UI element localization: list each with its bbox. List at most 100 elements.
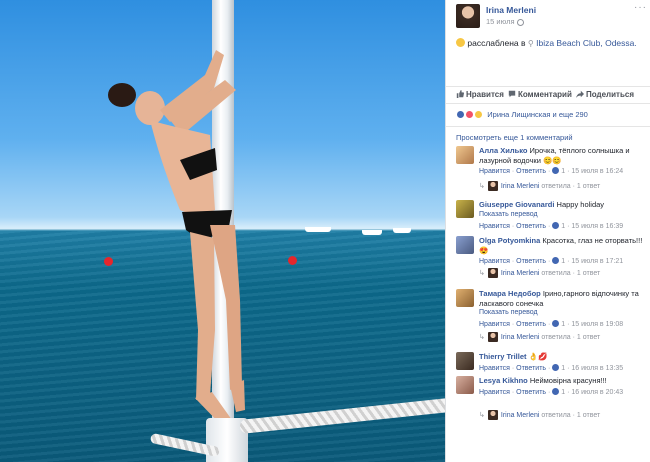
reactions-text[interactable]: Ирина Лищинская и еще 290	[487, 110, 588, 119]
reactions-summary[interactable]: Ирина Лищинская и еще 290	[456, 110, 588, 119]
reply-text[interactable]: ответила · 1 ответ	[541, 334, 600, 341]
location-pin-icon: ⚲	[527, 39, 534, 48]
reply-summary[interactable]: ↳ Irina Merleni ответила · 1 ответ	[479, 332, 600, 342]
post-status: расслаблена в ⚲ Ibiza Beach Club, Odessa…	[456, 38, 637, 48]
comment-like-link[interactable]: Нравится	[479, 168, 510, 175]
commenter-avatar[interactable]	[456, 376, 474, 394]
reply-avatar	[487, 332, 498, 342]
thumbs-up-icon	[456, 90, 464, 98]
commenter-name[interactable]: Алла Хилько	[479, 146, 527, 155]
comment-reply-link[interactable]: Ответить	[516, 258, 546, 265]
commenter-name[interactable]: Thierry Trillet	[479, 352, 527, 361]
share-label: Поделиться	[586, 90, 635, 99]
comment-meta: Нравится · Ответить · 1 · 16 июля в 20:4…	[479, 387, 624, 396]
commenter-name[interactable]: Lesya Kikhno	[479, 376, 528, 385]
show-translation-link[interactable]: Показать перевод	[479, 210, 644, 220]
post-photo[interactable]	[0, 0, 445, 462]
show-more-comments-link[interactable]: Просмотреть еще 1 комментарий	[456, 133, 573, 142]
like-count-icon	[552, 363, 560, 371]
globe-icon	[516, 18, 524, 26]
comment-time[interactable]: 16 июля в 20:43	[571, 389, 623, 396]
comment-button[interactable]: Комментарий	[508, 90, 572, 99]
reply-avatar	[487, 268, 498, 278]
like-button[interactable]: Нравится	[456, 90, 504, 99]
reply-arrow-icon: ↳	[479, 270, 485, 277]
commenter-avatar[interactable]	[456, 146, 474, 164]
reply-text[interactable]: ответила · 1 ответ	[541, 270, 600, 277]
comment-like-link[interactable]: Нравится	[479, 365, 510, 372]
reply-author[interactable]: Irina Merleni	[501, 183, 540, 190]
reply-author[interactable]: Irina Merleni	[501, 334, 540, 341]
love-reaction-icon	[465, 110, 475, 119]
commenter-name[interactable]: Olga Potyomkina	[479, 236, 540, 245]
post-panel: Irina Merleni 15 июля ··· расслаблена в …	[445, 0, 650, 462]
location-link[interactable]: Ibiza Beach Club, Odessa.	[536, 38, 637, 48]
reply-author[interactable]: Irina Merleni	[501, 412, 540, 419]
reply-text[interactable]: ответила · 1 ответ	[541, 183, 600, 190]
share-button[interactable]: Поделиться	[576, 90, 634, 99]
reply-summary[interactable]: ↳ Irina Merleni ответила · 1 ответ	[479, 181, 600, 191]
status-prefix: расслаблена в	[467, 38, 526, 48]
comment-meta: Нравится · Ответить · 1 · 16 июля в 13:3…	[479, 363, 624, 372]
comment-meta: Нравится · Ответить · 1 · 15 июля в 16:2…	[479, 167, 624, 175]
commenter-avatar[interactable]	[456, 289, 474, 307]
comment-like-count: 1	[561, 222, 566, 230]
reply-summary[interactable]: ↳ Irina Merleni ответила · 1 ответ	[479, 268, 600, 278]
comment-like-count: 1	[561, 388, 566, 396]
comment-label: Комментарий	[518, 90, 572, 99]
reply-arrow-icon: ↳	[479, 183, 485, 190]
comment-like-link[interactable]: Нравится	[479, 321, 510, 328]
divider	[446, 126, 650, 127]
reply-text[interactable]: ответила · 1 ответ	[541, 412, 600, 419]
reply-summary[interactable]: ↳ Irina Merleni ответила · 1 ответ	[479, 410, 600, 420]
comment-time[interactable]: 15 июля в 16:24	[571, 168, 623, 175]
comment-time[interactable]: 15 июля в 17:21	[571, 258, 623, 265]
more-options-icon[interactable]: ···	[634, 2, 647, 13]
reply-avatar	[487, 181, 498, 191]
comment-like-link[interactable]: Нравится	[479, 223, 510, 230]
like-count-icon	[552, 387, 560, 395]
commenter-avatar[interactable]	[456, 352, 474, 370]
comment-like-link[interactable]: Нравится	[479, 258, 510, 265]
comment-icon	[508, 90, 516, 98]
show-translation-link[interactable]: Показать перевод	[479, 308, 644, 318]
comment-like-count: 1	[561, 258, 566, 265]
commenter-name[interactable]: Giuseppe Giovanardi	[479, 200, 554, 209]
comment-meta: Нравится · Ответить · 1 · 15 июля в 16:3…	[479, 221, 624, 230]
comment-reply-link[interactable]: Ответить	[516, 389, 546, 396]
post-date[interactable]: 15 июля	[486, 17, 524, 26]
action-bar: Нравится Комментарий Поделиться	[446, 86, 650, 104]
comment-meta: Нравится · Ответить · 1 · 15 июля в 17:2…	[479, 257, 624, 265]
relaxed-emoji-icon	[456, 38, 465, 47]
comment-reply-link[interactable]: Ответить	[516, 223, 546, 230]
comment-time[interactable]: 16 июля в 13:35	[571, 365, 623, 372]
author-avatar[interactable]	[456, 4, 480, 28]
wow-reaction-icon	[474, 110, 484, 119]
commenter-name[interactable]: Тамара Недобор	[479, 289, 541, 298]
woman-figure	[108, 50, 245, 426]
author-name[interactable]: Irina Merleni	[486, 5, 536, 15]
comment-reply-link[interactable]: Ответить	[516, 365, 546, 372]
like-label: Нравится	[466, 90, 504, 99]
like-count-icon	[552, 167, 560, 174]
reply-avatar	[487, 410, 498, 420]
reply-arrow-icon: ↳	[479, 412, 485, 419]
post-date-text[interactable]: 15 июля	[486, 17, 515, 26]
like-reaction-icon	[456, 110, 465, 119]
like-count-icon	[552, 257, 560, 264]
like-count-icon	[552, 320, 560, 327]
reply-author[interactable]: Irina Merleni	[501, 270, 540, 277]
comment-time[interactable]: 15 июля в 16:39	[571, 223, 623, 230]
comment-time[interactable]: 15 июля в 19:08	[571, 321, 623, 328]
like-count-icon	[552, 221, 560, 229]
comment-like-count: 1	[561, 321, 566, 328]
comment-text: 👌💋	[528, 352, 548, 361]
commenter-avatar[interactable]	[456, 236, 474, 254]
comment-text: Неймовiрна красуня!!!	[529, 376, 607, 385]
comment-like-link[interactable]: Нравится	[479, 389, 510, 396]
comment-meta: Нравится · Ответить · 1 · 15 июля в 19:0…	[479, 320, 624, 328]
commenter-avatar[interactable]	[456, 200, 474, 218]
comment-reply-link[interactable]: Ответить	[516, 168, 546, 175]
share-arrow-icon	[576, 90, 584, 98]
comment-reply-link[interactable]: Ответить	[516, 321, 546, 328]
